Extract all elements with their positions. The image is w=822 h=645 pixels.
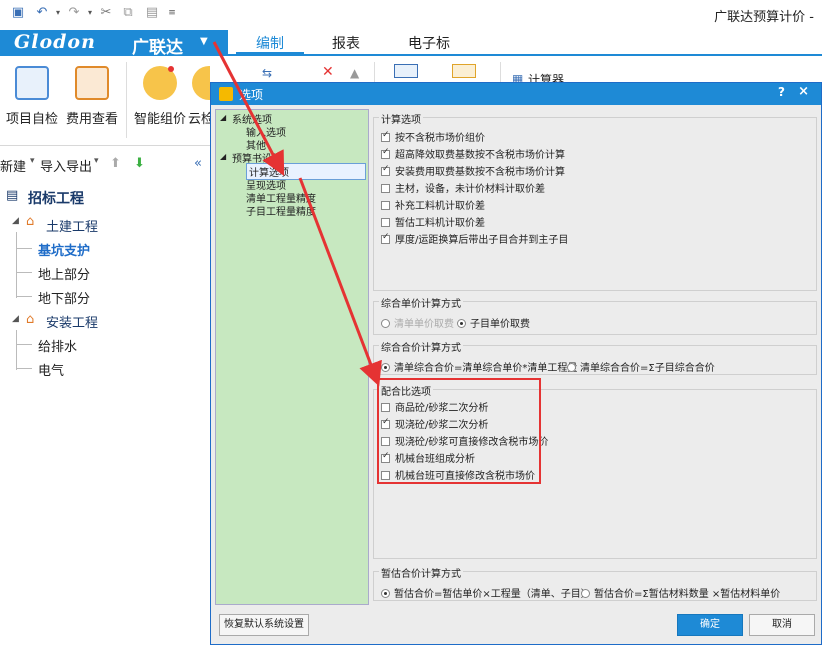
arrow-to-mix-options <box>298 177 382 387</box>
annotation-arrows <box>212 41 382 387</box>
arrow-to-calc-options <box>212 41 285 176</box>
